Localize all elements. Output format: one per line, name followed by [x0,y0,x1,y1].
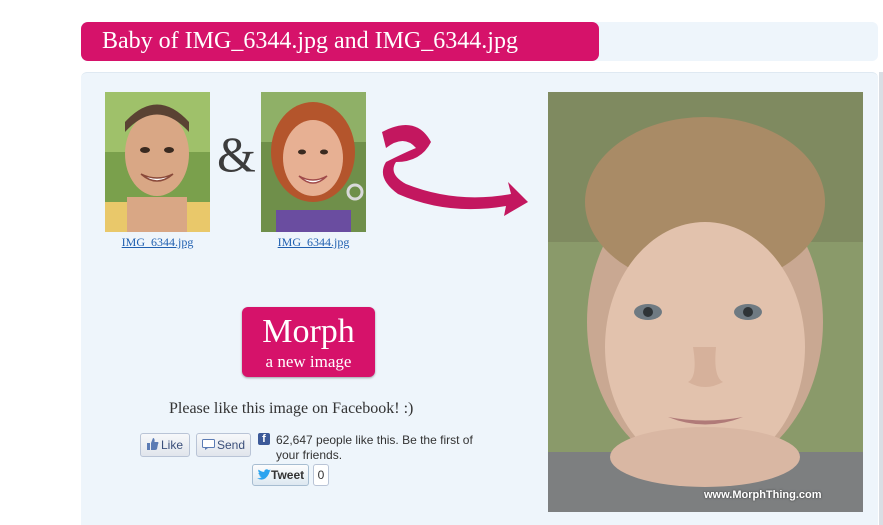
ampersand: & [217,126,256,182]
watermark: www.MorphThing.com [704,489,822,501]
twitter-bird-icon [257,466,271,486]
tweet-count: 0 [313,464,329,486]
page-edge [879,72,883,525]
send-icon [202,435,215,457]
parent-2-link[interactable]: IMG_6344.jpg [261,235,366,250]
facebook-send-button[interactable]: Send [196,433,251,457]
parent-2: IMG_6344.jpg [261,92,366,250]
facebook-like-button[interactable]: Like [140,433,190,457]
morphed-baby-image [548,92,863,512]
page-title: Baby of IMG_6344.jpg and IMG_6344.jpg [81,22,599,61]
like-count-line1: 62,647 people like this. Be the first of [276,433,473,447]
facebook-icon: f [258,433,270,445]
morph-button-title: Morph [262,313,355,350]
tweet-button[interactable]: Tweet [252,464,309,486]
morph-button-subtitle: a new image [265,352,352,371]
like-label: Like [161,438,184,452]
arrow-icon [382,124,528,216]
parent-1: IMG_6344.jpg [105,92,210,250]
parent-1-photo [105,92,210,232]
facebook-like-count: 62,647 people like this. Be the first of… [276,433,481,463]
morph-new-image-button[interactable]: Morph a new image [242,307,375,377]
tweet-label: Tweet [271,468,305,482]
send-label: Send [217,438,246,452]
parent-2-photo [261,92,366,232]
thumbs-up-icon [146,435,159,457]
facebook-prompt: Please like this image on Facebook! :) [169,400,414,417]
parent-1-link[interactable]: IMG_6344.jpg [105,235,210,250]
like-count-line2: your friends. [276,448,343,462]
